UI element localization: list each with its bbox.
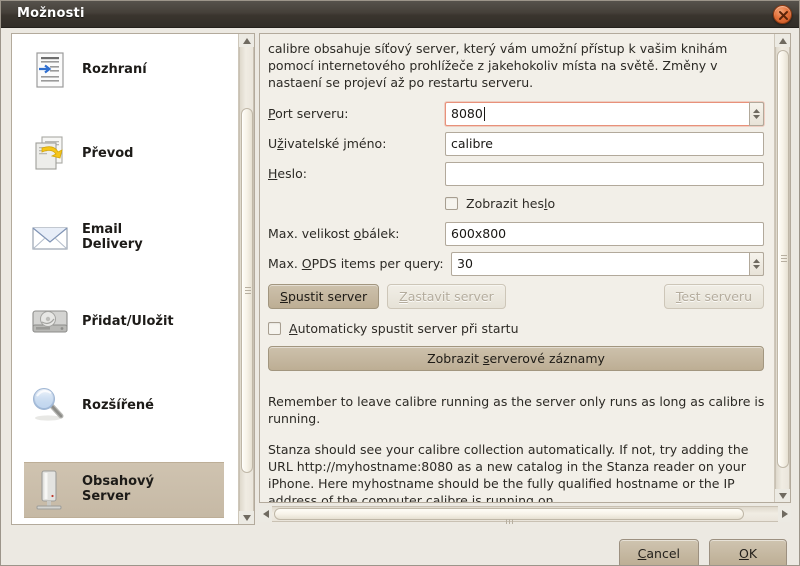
note-running: Remember to leave calibre running as the…	[268, 394, 765, 426]
sidebar-item-label: Převod	[82, 145, 134, 161]
server-buttons-row: Spustit server Zastavit server Test serv…	[268, 284, 764, 309]
label-port: Port serveru:	[268, 106, 349, 121]
sidebar-item-label: Rozhraní	[82, 61, 147, 77]
sidebar-item-label: Přidat/Uložit	[82, 313, 174, 329]
sidebar-item-obsahovy-server[interactable]: Obsahový Server	[24, 462, 224, 518]
field-row-password: Heslo:	[268, 159, 764, 188]
autostart-label: Automaticky spustit server při startu	[289, 320, 519, 336]
dialog-footer: Cancel OK	[1, 527, 799, 565]
field-row-opds: Max. OPDS items per query: 30	[268, 249, 764, 278]
scroll-grip-icon	[781, 255, 787, 263]
envelope-icon	[28, 216, 72, 260]
sidebar-item-label: Obsahový Server	[82, 474, 155, 504]
spinner-down-icon[interactable]	[753, 264, 760, 269]
intro-text: calibre obsahuje síťový server, který vá…	[268, 41, 728, 90]
sidebar-scroll-thumb[interactable]	[241, 108, 253, 473]
options-dialog: Možnosti Rozhraní Převod Email Delivery …	[0, 0, 800, 566]
dialog-buttons: Cancel OK	[618, 539, 787, 565]
magnifier-icon	[28, 384, 72, 428]
show-password-checkbox[interactable]	[445, 197, 458, 210]
sidebar-item-pridat-ulozit[interactable]: Přidat/Uložit	[24, 294, 224, 350]
content-scroll-up-icon[interactable]	[775, 34, 790, 47]
username-input[interactable]: calibre	[445, 131, 764, 156]
label-username: Uživatelské jméno:	[268, 136, 387, 151]
hscroll-right-icon[interactable]	[778, 506, 791, 522]
content-hscrollbar[interactable]	[259, 506, 791, 524]
logs-button-wrap: Zobrazit serverové záznamy	[268, 346, 764, 371]
spinner-up-icon[interactable]	[753, 258, 760, 263]
cover-size-value: 600x800	[451, 226, 507, 241]
spinner-down-icon[interactable]	[753, 114, 760, 119]
password-input[interactable]	[445, 161, 764, 186]
content-server-form: calibre obsahuje síťový server, který vá…	[260, 34, 774, 502]
sidebar-scrollbar[interactable]	[238, 34, 254, 524]
sidebar-item-rozsirene[interactable]: Rozšířené	[24, 378, 224, 434]
port-spinner[interactable]	[749, 101, 764, 126]
harddisk-icon	[28, 300, 72, 344]
convert-icon	[28, 132, 72, 176]
close-icon[interactable]	[773, 5, 792, 24]
sidebar-scroll-up-icon[interactable]	[239, 34, 255, 47]
field-row-cover-size: Max. velikost obálek: 600x800	[268, 219, 764, 248]
text-caret	[483, 106, 485, 121]
show-server-logs-button[interactable]: Zobrazit serverové záznamy	[268, 346, 764, 371]
server-icon	[28, 468, 72, 512]
spinner-up-icon[interactable]	[753, 108, 760, 113]
cancel-button[interactable]: Cancel	[618, 539, 699, 565]
content-scroll-thumb[interactable]	[777, 50, 789, 468]
stop-server-button: Zastavit server	[387, 284, 506, 309]
test-server-button: Test serveru	[663, 284, 764, 309]
field-row-username: Uživatelské jméno: calibre	[268, 129, 764, 158]
interface-icon	[28, 48, 72, 92]
scroll-grip-icon	[245, 286, 251, 295]
sidebar: Rozhraní Převod Email Delivery Přidat/Ul…	[11, 33, 255, 525]
hscroll-thumb[interactable]	[274, 508, 744, 524]
sidebar-item-label: Rozšířené	[82, 397, 155, 413]
dialog-body: Rozhraní Převod Email Delivery Přidat/Ul…	[1, 28, 799, 565]
hscroll-left-icon[interactable]	[259, 506, 272, 522]
opds-value: 30	[457, 256, 473, 271]
start-server-button[interactable]: Spustit server	[268, 284, 380, 309]
port-input[interactable]: 8080	[445, 101, 764, 126]
show-password-row[interactable]: Zobrazit heslo	[445, 191, 555, 217]
window-title: Možnosti	[17, 6, 85, 21]
opds-spinner[interactable]	[749, 251, 764, 276]
content-server-panel: calibre obsahuje síťový server, který vá…	[259, 33, 791, 503]
autostart-checkbox[interactable]	[268, 321, 281, 335]
sidebar-item-rozhrani[interactable]: Rozhraní	[24, 42, 224, 98]
field-row-show-password: Zobrazit heslo	[268, 189, 764, 218]
title-bar: Možnosti	[1, 1, 799, 28]
label-password: Heslo:	[268, 166, 307, 181]
autostart-row[interactable]: Automaticky spustit server při startu	[268, 315, 764, 341]
note-stanza: Stanza should see your calibre collectio…	[268, 442, 749, 502]
content-scrollbar[interactable]	[774, 34, 790, 502]
cover-size-input[interactable]: 600x800	[445, 221, 764, 246]
field-row-port: Port serveru: 8080	[268, 99, 764, 128]
sidebar-scroll-down-icon[interactable]	[239, 511, 255, 524]
sidebar-item-email-delivery[interactable]: Email Delivery	[24, 210, 224, 266]
sidebar-item-prevod[interactable]: Převod	[24, 126, 224, 182]
label-cover-size: Max. velikost obálek:	[268, 226, 400, 241]
ok-button[interactable]: OK	[709, 539, 787, 565]
opds-input[interactable]: 30	[451, 251, 764, 276]
username-value: calibre	[451, 136, 493, 151]
sidebar-item-label: Email Delivery	[82, 222, 143, 252]
scroll-grip-icon	[506, 512, 515, 527]
sidebar-list: Rozhraní Převod Email Delivery Přidat/Ul…	[12, 34, 238, 524]
close-glyph	[779, 11, 788, 20]
content-scroll-down-icon[interactable]	[775, 489, 790, 502]
port-value: 8080	[451, 106, 483, 121]
show-password-label: Zobrazit heslo	[466, 196, 556, 211]
label-opds: Max. OPDS items per query:	[268, 256, 444, 271]
